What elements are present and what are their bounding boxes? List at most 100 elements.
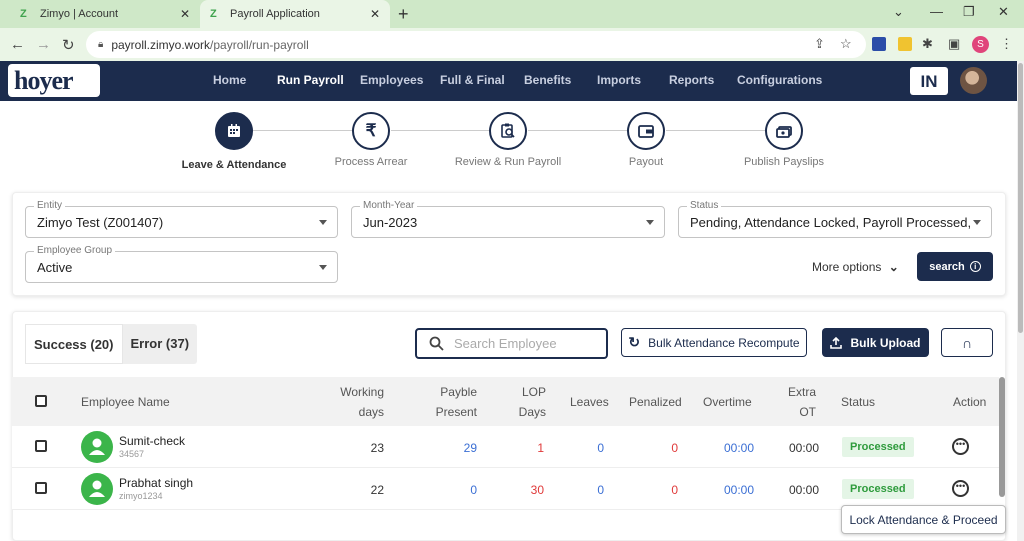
tab-error[interactable]: Error (37): [123, 324, 198, 364]
extension-icon[interactable]: [872, 37, 886, 51]
bookmark-star-icon[interactable]: ☆: [840, 36, 852, 52]
nav-full-final[interactable]: Full & Final: [440, 73, 505, 87]
url-field[interactable]: 🔒︎ payroll.zimyo.work/payroll/run-payrol…: [86, 31, 866, 58]
review-icon: [501, 123, 515, 138]
step-review-run-payroll[interactable]: [489, 112, 527, 150]
lop-days-value[interactable]: 30: [512, 483, 544, 497]
person-icon: [89, 438, 105, 455]
col-overtime: Overtime: [703, 395, 752, 409]
window-close-icon[interactable]: ✕: [998, 4, 1009, 20]
extension-icon[interactable]: [898, 37, 912, 51]
employee-name[interactable]: Sumit-check: [119, 434, 185, 448]
employee-group-label: Employee Group: [34, 245, 116, 256]
penalized-value[interactable]: 0: [646, 483, 678, 497]
overtime-value[interactable]: 00:00: [724, 441, 754, 455]
share-icon[interactable]: ⇪: [814, 36, 825, 52]
employee-group-select[interactable]: Employee Group Active: [25, 245, 338, 283]
nav-imports[interactable]: Imports: [597, 73, 641, 87]
new-tab-icon[interactable]: +: [398, 4, 409, 25]
magnet-icon: ∩: [961, 334, 973, 351]
penalized-value[interactable]: 0: [646, 441, 678, 455]
nav-reports[interactable]: Reports: [669, 73, 714, 87]
minimize-icon[interactable]: —: [930, 4, 943, 19]
col-lop-days: LOP Days: [518, 385, 546, 419]
url-path: /payroll/run-payroll: [210, 37, 309, 52]
more-actions-icon[interactable]: •••: [952, 480, 969, 497]
browser-tab-payroll[interactable]: Z Payroll Application ✕: [200, 0, 390, 28]
month-year-select[interactable]: Month-Year Jun-2023: [351, 200, 665, 238]
step-payout[interactable]: [627, 112, 665, 150]
restore-icon[interactable]: ❐: [963, 4, 975, 20]
extra-ot-value: 00:00: [789, 441, 820, 455]
row-checkbox[interactable]: [35, 440, 47, 452]
bulk-upload-button[interactable]: Bulk Upload: [822, 328, 929, 357]
employee-id: 34567: [119, 449, 145, 459]
step-label-review-run-payroll: Review & Run Payroll: [454, 156, 562, 168]
col-penalized: Penalized: [629, 395, 682, 409]
dropdown-caret-icon: [319, 265, 327, 270]
status-select[interactable]: Status Pending, Attendance Locked, Payro…: [678, 200, 992, 238]
payble-present-value[interactable]: 29: [445, 441, 477, 455]
step-leave-attendance[interactable]: [215, 112, 253, 150]
magnet-filter-button[interactable]: ∩: [941, 328, 993, 357]
status-label: Status: [687, 200, 722, 211]
col-employee-name: Employee Name: [81, 395, 170, 409]
col-working-days: Working days: [340, 385, 384, 419]
step-label-payout: Payout: [628, 156, 664, 168]
search-employee-input[interactable]: Search Employee: [415, 328, 608, 359]
kebab-menu-icon[interactable]: ⋮: [1000, 36, 1013, 52]
profile-avatar[interactable]: S: [972, 36, 989, 53]
row-checkbox[interactable]: [35, 482, 47, 494]
reload-icon[interactable]: ↻: [62, 36, 75, 54]
status-badge: Processed: [842, 437, 914, 457]
refresh-icon: ↻: [628, 334, 641, 350]
entity-value: Zimyo Test (Z001407): [37, 215, 164, 230]
employee-name[interactable]: Prabhat singh: [119, 476, 193, 490]
step-label-leave-attendance: Leave & Attendance: [181, 159, 287, 171]
col-action: Action: [953, 395, 987, 409]
nav-benefits[interactable]: Benefits: [524, 73, 571, 87]
lock-attendance-proceed-button[interactable]: Lock Attendance & Proceed: [841, 505, 1006, 534]
select-all-checkbox[interactable]: [35, 395, 47, 407]
more-options-label: More options: [812, 260, 882, 274]
leaves-value[interactable]: 0: [572, 441, 604, 455]
table-row[interactable]: Prabhat singh zimyo1234 22 0 30 0 0 00:0…: [12, 468, 999, 510]
browser-tab-zimyo-account[interactable]: Z Zimyo | Account ✕: [10, 0, 200, 28]
entity-select[interactable]: Entity Zimyo Test (Z001407): [25, 200, 338, 238]
lop-days-value[interactable]: 1: [512, 441, 544, 455]
search-button[interactable]: search i: [917, 252, 993, 281]
forward-icon[interactable]: →: [36, 36, 51, 53]
page-scrollbar[interactable]: [1017, 61, 1024, 541]
employee-avatar: [81, 473, 113, 505]
lock-icon: 🔒︎: [98, 39, 104, 50]
puzzle-extensions-icon[interactable]: ✱: [922, 36, 933, 52]
nav-run-payroll[interactable]: Run Payroll: [277, 73, 344, 87]
info-icon: i: [969, 261, 981, 272]
close-icon[interactable]: ✕: [370, 7, 380, 21]
leaves-value[interactable]: 0: [572, 483, 604, 497]
hoyer-logo[interactable]: hoyer: [8, 64, 100, 97]
payble-present-value[interactable]: 0: [445, 483, 477, 497]
stepper-connector: [253, 130, 353, 131]
search-employee-placeholder: Search Employee: [454, 336, 557, 351]
nav-employees[interactable]: Employees: [360, 73, 423, 87]
entity-label: Entity: [34, 200, 66, 211]
chevron-down-icon[interactable]: ⌄: [893, 4, 904, 20]
tab-success[interactable]: Success (20): [25, 324, 123, 364]
more-actions-icon[interactable]: •••: [952, 438, 969, 455]
nav-configurations[interactable]: Configurations: [737, 73, 822, 87]
bulk-attendance-recompute-button[interactable]: ↻ Bulk Attendance Recompute: [621, 328, 807, 357]
step-process-arrear[interactable]: ₹: [352, 112, 390, 150]
overtime-value[interactable]: 00:00: [724, 483, 754, 497]
search-icon: [429, 336, 444, 351]
back-icon[interactable]: ←: [10, 36, 25, 53]
table-scrollbar[interactable]: [999, 377, 1005, 497]
close-icon[interactable]: ✕: [180, 7, 190, 21]
table-row[interactable]: Sumit-check 34567 23 29 1 0 0 00:00 00:0…: [12, 426, 999, 468]
nav-home[interactable]: Home: [213, 73, 246, 87]
country-badge[interactable]: IN: [910, 67, 948, 95]
more-options-toggle[interactable]: More options ⌄: [812, 260, 899, 274]
step-publish-payslips[interactable]: [765, 112, 803, 150]
user-avatar[interactable]: [960, 67, 987, 94]
sidebar-icon[interactable]: ▣: [948, 36, 960, 52]
